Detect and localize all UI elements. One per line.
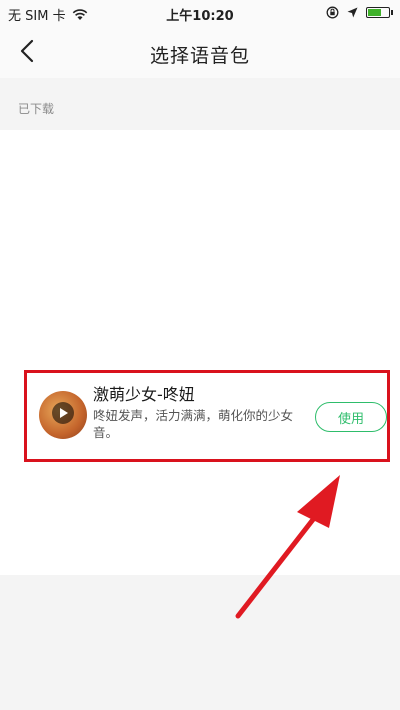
section-label: 已下载 <box>18 102 55 116</box>
voice-pack-description: 咚妞发声，活力满满，萌化你的少女音。 <box>93 408 294 440</box>
location-icon <box>347 7 358 18</box>
section-header-downloaded: 已下载 <box>0 78 400 130</box>
page-title: 选择语音包 <box>149 45 250 67</box>
status-icons <box>326 6 393 19</box>
rotation-lock-icon <box>326 6 339 19</box>
voice-pack-list <box>0 130 400 575</box>
battery-icon <box>366 7 393 18</box>
voice-avatar[interactable] <box>39 391 87 439</box>
use-button[interactable]: 使用 <box>315 402 387 432</box>
play-icon[interactable] <box>52 402 74 424</box>
voice-pack-item: 激萌少女-咚妞 咚妞发声，活力满满，萌化你的少女音。 使用 <box>24 370 390 462</box>
nav-bar: 选择语音包 <box>0 26 400 78</box>
status-bar: 无 SIM 卡 上午10:20 <box>0 0 400 26</box>
back-arrow-icon[interactable] <box>14 36 44 66</box>
voice-pack-name: 激萌少女-咚妞 <box>93 385 195 404</box>
